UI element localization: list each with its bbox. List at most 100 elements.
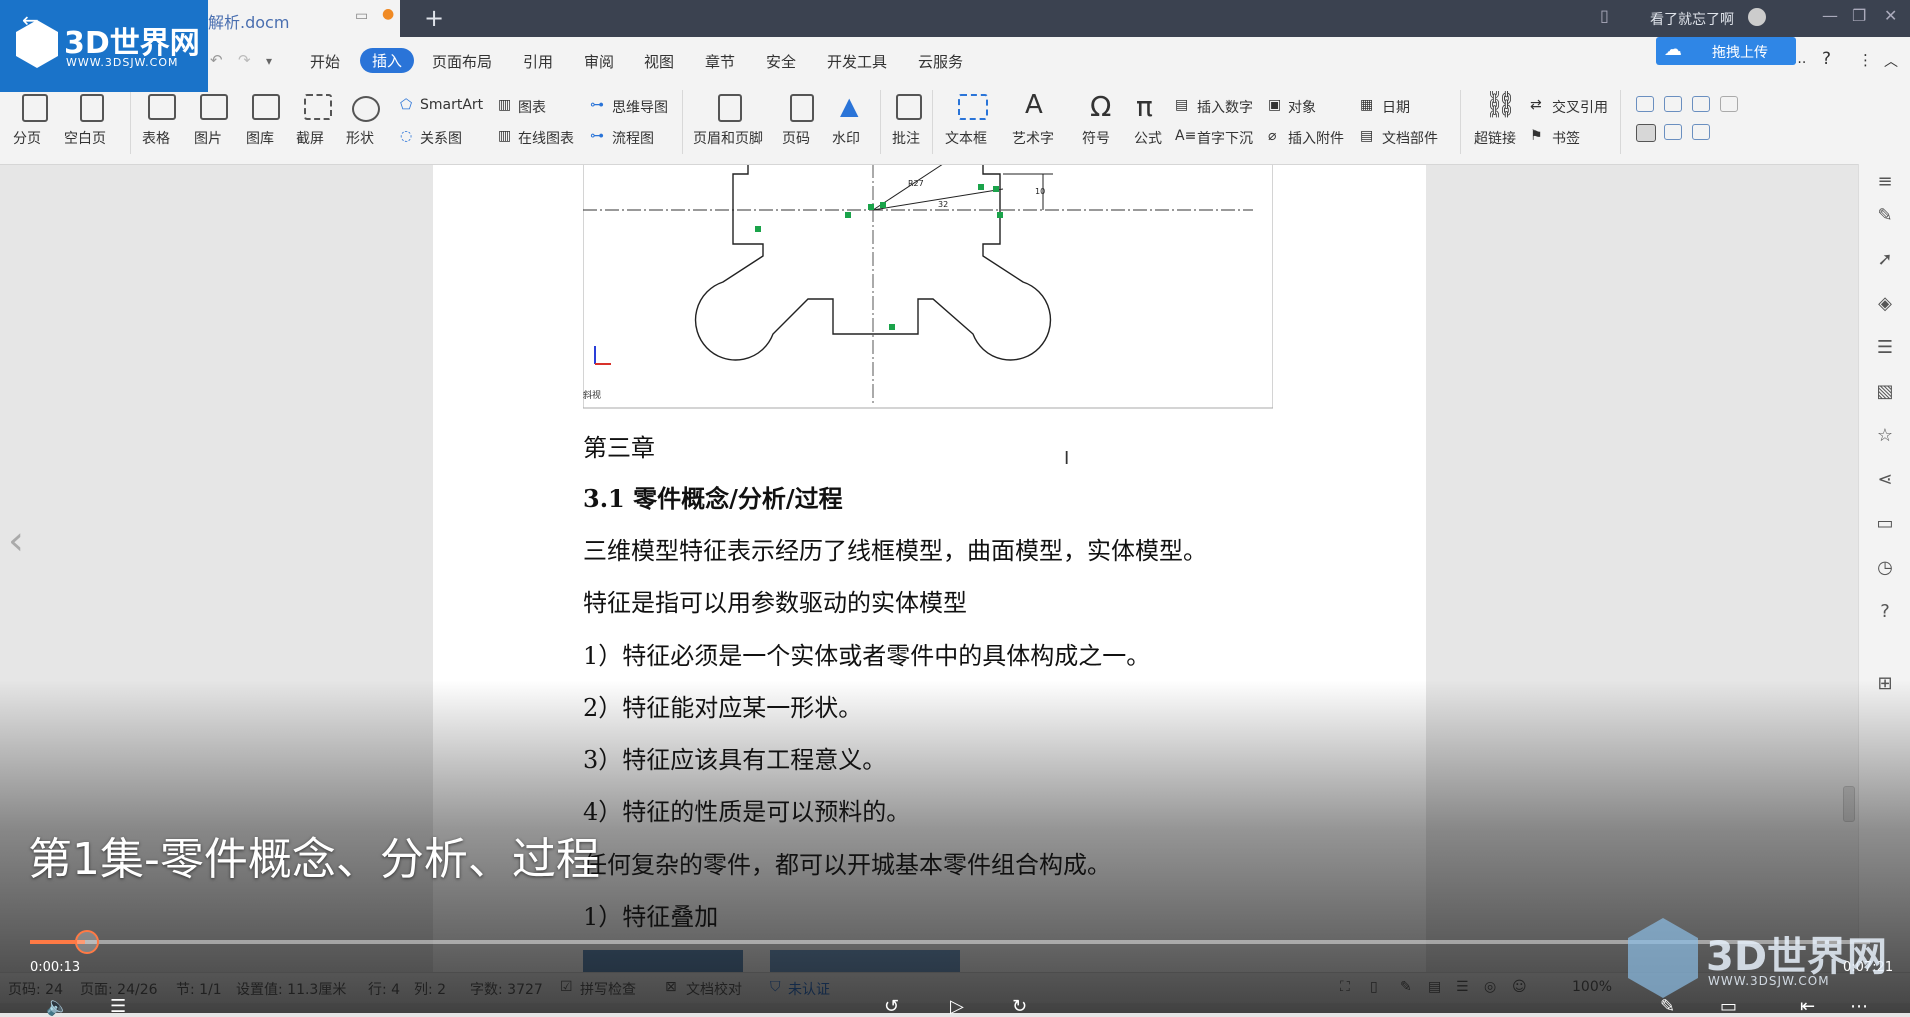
proofread-button[interactable]: 文档校对 [686, 979, 742, 999]
pen-icon[interactable]: ✎ [1400, 979, 1412, 995]
properties-icon[interactable] [1664, 124, 1682, 140]
insert-number-icon[interactable]: ▤ [1175, 97, 1188, 113]
undo-icon[interactable]: ↶ [210, 51, 223, 69]
form-field-icon[interactable] [1636, 96, 1654, 112]
annotate-icon[interactable]: ✎ [1660, 996, 1675, 1017]
quick-access-dropdown-icon[interactable]: ▾ [266, 54, 272, 68]
relationship-icon[interactable]: ◌ [400, 128, 412, 144]
video-seek-handle[interactable] [75, 930, 100, 954]
avatar[interactable] [1748, 8, 1766, 26]
object-icon[interactable]: ▣ [1268, 97, 1281, 113]
reading-mode-icon[interactable]: ▯ [1600, 6, 1609, 25]
speed-icon[interactable]: ⇤ [1800, 996, 1815, 1017]
playlist-icon[interactable]: ☰ [110, 996, 126, 1017]
shapes-button[interactable]: 形状 [346, 128, 374, 148]
page-break-icon[interactable] [22, 94, 48, 122]
web-view-icon[interactable]: ◎ [1484, 979, 1496, 995]
video-seek-track[interactable] [30, 940, 1870, 944]
smartart-button[interactable]: SmartArt [420, 97, 483, 113]
back-arrow-icon[interactable]: ← [22, 8, 39, 32]
menu-insert[interactable]: 插入 [360, 48, 415, 73]
hyperlink-button[interactable]: 超链接 [1474, 128, 1516, 148]
drop-cap-button[interactable]: 首字下沉 [1197, 128, 1253, 148]
watermark-icon[interactable]: ▲ [840, 92, 858, 120]
mindmap-button[interactable]: 思维导图 [612, 97, 668, 117]
attachment-icon[interactable]: ⌀ [1268, 128, 1276, 144]
zoom-level[interactable]: 100% [1572, 979, 1612, 995]
image-field-icon[interactable] [1720, 96, 1738, 112]
chart-button[interactable]: 图表 [518, 97, 546, 117]
more-icon[interactable]: ⋯ [1850, 996, 1868, 1017]
bookmark-button[interactable]: 书签 [1552, 128, 1580, 148]
close-icon[interactable]: ✕ [1884, 6, 1897, 25]
menu-references[interactable]: 引用 [523, 51, 553, 72]
list-field-icon[interactable] [1692, 96, 1710, 112]
table-button[interactable]: 表格 [142, 128, 170, 148]
gallery-icon[interactable] [252, 94, 280, 120]
menu-view[interactable]: 视图 [644, 51, 674, 72]
shapes-icon[interactable] [352, 96, 380, 122]
mindmap-icon[interactable]: ⊶ [590, 97, 604, 113]
upload-button[interactable]: ☁ 拖拽上传 [1656, 37, 1796, 65]
symbol-button[interactable]: 符号 [1082, 128, 1110, 148]
cross-reference-icon[interactable]: ⇄ [1530, 97, 1542, 113]
checkbox-field-icon[interactable] [1664, 96, 1682, 112]
menu-review[interactable]: 审阅 [584, 51, 614, 72]
hyperlink-icon[interactable]: ⛓ [1484, 90, 1517, 120]
header-footer-icon[interactable] [718, 94, 742, 122]
adjust-icon[interactable]: ☰ [1875, 338, 1895, 358]
wordart-icon[interactable]: A [1025, 90, 1043, 120]
monitor-icon[interactable]: ▭ [355, 8, 368, 24]
flowchart-icon[interactable]: ⊶ [590, 128, 604, 144]
volume-icon[interactable]: 🔈 [46, 996, 68, 1017]
comment-icon[interactable] [896, 94, 922, 120]
drop-cap-icon[interactable]: A≡ [1175, 128, 1196, 144]
comment-button[interactable]: 批注 [892, 128, 920, 148]
smartart-icon[interactable]: ⬠ [400, 97, 412, 113]
fullscreen-icon[interactable]: ⛶ [1340, 979, 1350, 995]
chart-icon[interactable]: ▥ [498, 97, 511, 113]
word-count-status[interactable]: 字数: 3727 [470, 979, 543, 999]
group-icon[interactable] [1692, 124, 1710, 140]
minimize-icon[interactable]: — [1822, 6, 1838, 25]
page-number-button[interactable]: 页码 [782, 128, 810, 148]
shape-icon[interactable]: ◈ [1875, 294, 1895, 314]
prev-page-arrow-icon[interactable]: ‹ [8, 518, 24, 564]
date-button[interactable]: 日期 [1382, 97, 1410, 117]
maximize-icon[interactable]: ❐ [1852, 6, 1866, 25]
history-icon[interactable]: ◷ [1875, 558, 1895, 578]
more-options-icon[interactable]: ⋮ [1858, 51, 1873, 69]
page-number-icon[interactable] [790, 94, 814, 122]
page-break-button[interactable]: 分页 [13, 128, 41, 148]
redo-icon[interactable]: ↷ [238, 51, 251, 69]
outline-view-icon[interactable]: ☰ [1456, 979, 1469, 995]
reading-view-icon[interactable]: ▯ [1370, 979, 1378, 995]
menu-page-layout[interactable]: 页面布局 [432, 51, 492, 72]
forward-icon[interactable]: ↻ [1012, 996, 1027, 1017]
symbol-icon[interactable]: Ω [1090, 90, 1111, 123]
section-status[interactable]: 节: 1/1 [176, 979, 222, 999]
doc-parts-button[interactable]: 文档部件 [1382, 128, 1438, 148]
bookmark-icon[interactable]: ⚑ [1530, 128, 1543, 144]
design-mode-icon[interactable] [1636, 124, 1656, 142]
column-status[interactable]: 列: 2 [414, 979, 446, 999]
edit-icon[interactable]: ✎ [1875, 206, 1895, 226]
insert-number-button[interactable]: 插入数字 [1197, 97, 1253, 117]
menu-chapter[interactable]: 章节 [705, 51, 735, 72]
select-icon[interactable]: ➚ [1875, 250, 1895, 270]
object-button[interactable]: 对象 [1288, 97, 1316, 117]
row-status[interactable]: 行: 4 [368, 979, 400, 999]
rewind-icon[interactable]: ↺ [884, 996, 899, 1017]
cross-reference-button[interactable]: 交叉引用 [1552, 97, 1608, 117]
collapse-ribbon-icon[interactable]: ︿ [1884, 51, 1898, 71]
watermark-button[interactable]: 水印 [832, 128, 860, 148]
textbox-button[interactable]: 文本框 [945, 128, 987, 148]
star-icon[interactable]: ☆ [1875, 426, 1895, 446]
menu-cloud[interactable]: 云服务 [918, 51, 963, 72]
attachment-button[interactable]: 插入附件 [1288, 128, 1344, 148]
table-icon[interactable] [148, 94, 176, 120]
menu-home[interactable]: 开始 [310, 51, 340, 72]
formula-button[interactable]: 公式 [1134, 128, 1162, 148]
spellcheck-button[interactable]: 拼写检查 [580, 979, 636, 999]
user-name[interactable]: 看了就忘了啊 [1650, 9, 1734, 29]
